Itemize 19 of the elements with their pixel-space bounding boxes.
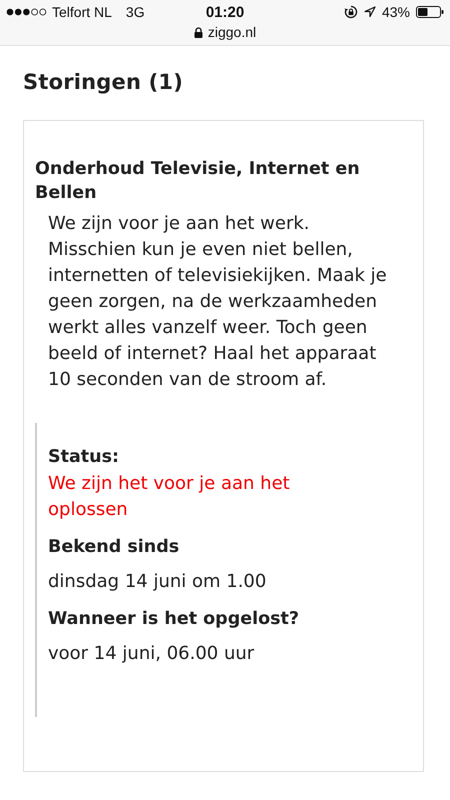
- detail-value: dinsdag 14 juni om 1.00: [48, 570, 268, 594]
- outage-title: Onderhoud Televisie, Internet en Bellen: [35, 158, 361, 205]
- detail-value: We zijn het voor je aan het oplossen: [48, 472, 291, 522]
- url-text[interactable]: ziggo.nl: [208, 24, 256, 40]
- detail-label: Wanneer is het opgelost?: [48, 608, 300, 631]
- carrier-name: Telfort NL: [52, 4, 112, 20]
- detail-label: Bekend sinds: [48, 536, 180, 559]
- battery-icon: [416, 6, 444, 18]
- location-arrow-icon: [364, 6, 376, 18]
- outage-description: We zijn voor je aan het werk. Misschien kun je even niet bellen, internetten of televisiekijken. Maak je geen zorgen, na de werkzaamheden werkt alles vanzelf weer. Toch geen beeld of internet? Haal het apparaat 10 seconden van de stroom af.: [48, 212, 388, 392]
- detail-label: Status:: [48, 446, 120, 469]
- page-heading: Storingen (1): [23, 70, 184, 94]
- lock-icon: [194, 26, 203, 38]
- rotation-lock-icon: [344, 5, 358, 19]
- clock: 01:20: [206, 4, 244, 20]
- network-type: 3G: [126, 4, 145, 20]
- detail-value: voor 14 juni, 06.00 uur: [48, 642, 256, 666]
- signal-icon: [6, 8, 48, 16]
- battery-percentage: 43%: [382, 4, 410, 20]
